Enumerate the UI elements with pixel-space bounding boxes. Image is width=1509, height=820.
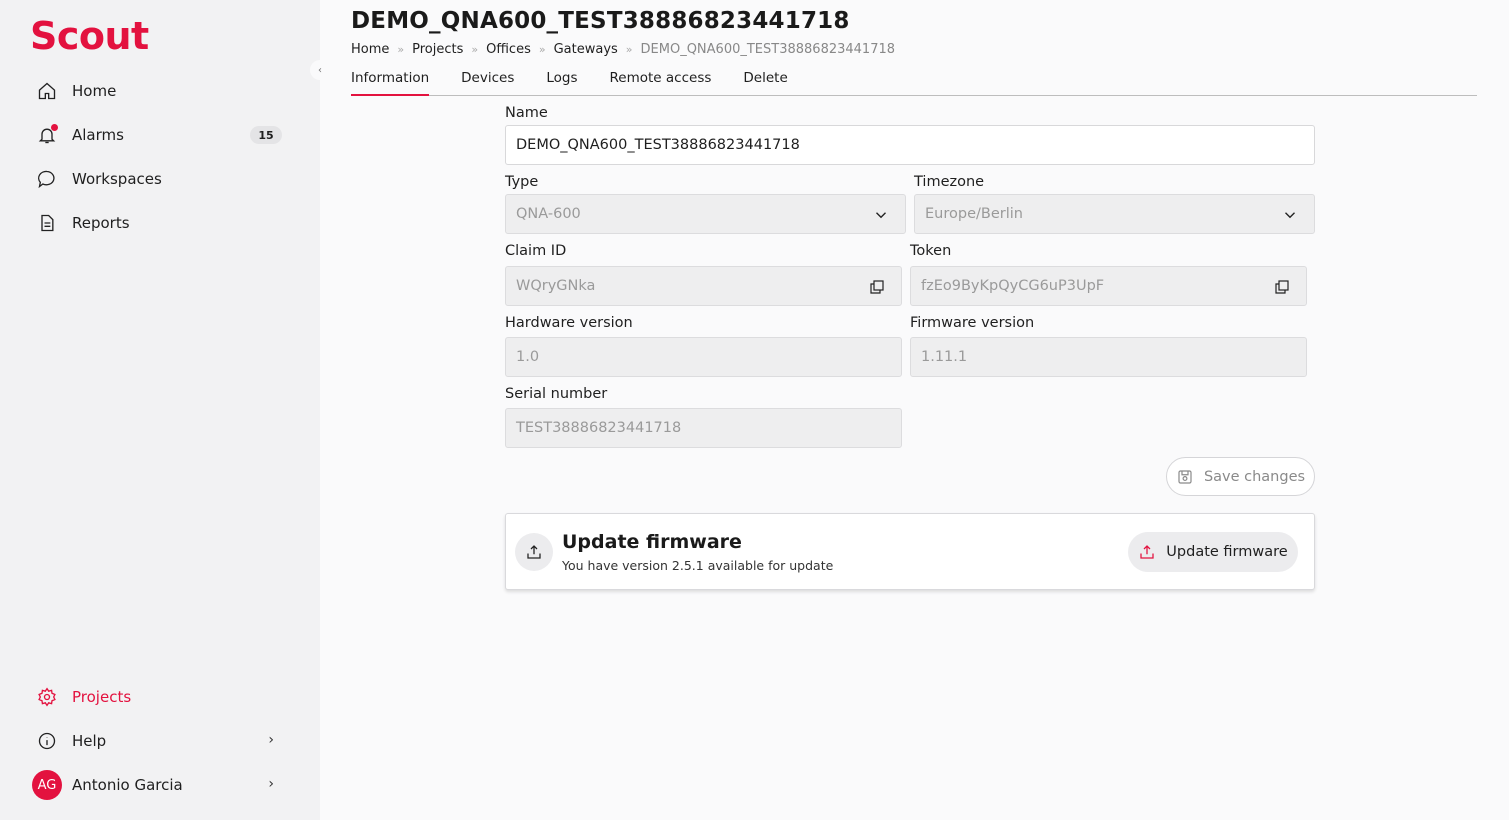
sidebar: Scout Home Alarms 15 Workspaces Reports … xyxy=(0,0,320,820)
name-input[interactable]: DEMO_QNA600_TEST38886823441718 xyxy=(505,125,1315,165)
sidebar-item-label: Home xyxy=(72,82,117,100)
copy-icon[interactable] xyxy=(1272,277,1292,297)
save-changes-label: Save changes xyxy=(1203,468,1306,485)
timezone-select[interactable]: Europe/Berlin xyxy=(914,194,1315,234)
breadcrumb-current: DEMO_QNA600_TEST38886823441718 xyxy=(640,42,896,57)
tab-logs[interactable]: Logs xyxy=(546,70,577,95)
firmware-version-value: 1.11.1 xyxy=(921,349,968,365)
avatar: AG xyxy=(32,770,62,800)
sidebar-item-label: Workspaces xyxy=(72,170,162,188)
update-firmware-card: Update firmware You have version 2.5.1 a… xyxy=(505,513,1315,590)
breadcrumb-offices[interactable]: Offices xyxy=(486,42,531,57)
sidebar-item-home[interactable]: Home xyxy=(36,76,286,106)
claim-id-input: WQryGNka xyxy=(505,266,902,306)
update-firmware-subtitle: You have version 2.5.1 available for upd… xyxy=(562,558,834,573)
breadcrumb-separator: » xyxy=(471,43,479,56)
breadcrumb-projects[interactable]: Projects xyxy=(412,42,463,57)
copy-icon[interactable] xyxy=(867,277,887,297)
hardware-version-input: 1.0 xyxy=(505,337,902,377)
breadcrumb-separator: » xyxy=(625,43,633,56)
sidebar-item-label: Reports xyxy=(72,214,130,232)
tab-delete[interactable]: Delete xyxy=(743,70,787,95)
sidebar-collapse-button[interactable]: ‹ xyxy=(310,60,330,80)
tab-remote-access[interactable]: Remote access xyxy=(610,70,712,95)
timezone-value: Europe/Berlin xyxy=(925,206,1023,222)
claim-id-label: Claim ID xyxy=(505,243,567,259)
type-label: Type xyxy=(505,174,539,190)
upload-icon xyxy=(515,533,553,571)
sidebar-item-label: Alarms xyxy=(72,126,124,144)
type-select[interactable]: QNA-600 xyxy=(505,194,906,234)
token-label: Token xyxy=(910,243,952,259)
claim-id-value: WQryGNka xyxy=(516,278,596,294)
serial-number-value: TEST38886823441718 xyxy=(516,420,682,436)
sidebar-item-projects[interactable]: Projects xyxy=(36,682,286,712)
breadcrumb: Home » Projects » Offices » Gateways » D… xyxy=(351,42,895,57)
sidebar-item-reports[interactable]: Reports xyxy=(36,208,286,238)
firmware-version-label: Firmware version xyxy=(910,315,1035,331)
update-firmware-button[interactable]: Update firmware xyxy=(1128,532,1298,572)
tab-devices[interactable]: Devices xyxy=(461,70,514,95)
update-firmware-button-label: Update firmware xyxy=(1166,544,1288,560)
breadcrumb-home[interactable]: Home xyxy=(351,42,389,57)
sidebar-item-workspaces[interactable]: Workspaces xyxy=(36,164,286,194)
chat-icon xyxy=(36,168,58,190)
chevron-down-icon xyxy=(871,205,891,225)
alarm-count-badge: 15 xyxy=(250,126,282,144)
sidebar-item-help[interactable]: Help › xyxy=(36,726,286,756)
timezone-label: Timezone xyxy=(914,174,985,190)
sidebar-item-label: Projects xyxy=(72,688,132,706)
breadcrumb-separator: » xyxy=(538,43,546,56)
save-icon xyxy=(1178,469,1192,484)
chevron-down-icon xyxy=(1280,205,1300,225)
token-value: fzEo9ByKpQyCG6uP3UpF xyxy=(921,278,1105,294)
name-value: DEMO_QNA600_TEST38886823441718 xyxy=(516,137,800,153)
app-logo: Scout xyxy=(30,14,149,58)
chevron-right-icon: › xyxy=(268,776,274,792)
token-input: fzEo9ByKpQyCG6uP3UpF xyxy=(910,266,1307,306)
sidebar-item-alarms[interactable]: Alarms 15 xyxy=(36,120,286,150)
serial-number-label: Serial number xyxy=(505,386,608,402)
user-name: Antonio Garcia xyxy=(72,776,183,794)
hardware-version-value: 1.0 xyxy=(516,349,540,365)
info-icon xyxy=(36,730,58,752)
page-title: DEMO_QNA600_TEST38886823441718 xyxy=(351,8,850,34)
gear-icon xyxy=(36,686,58,708)
tab-bar: Information Devices Logs Remote access D… xyxy=(351,70,1477,96)
sidebar-item-user[interactable]: AG Antonio Garcia › xyxy=(32,770,286,800)
sidebar-item-label: Help xyxy=(72,732,107,750)
name-label: Name xyxy=(505,105,548,121)
firmware-version-input: 1.11.1 xyxy=(910,337,1307,377)
home-icon xyxy=(36,80,58,102)
tab-information[interactable]: Information xyxy=(351,70,430,96)
update-firmware-title: Update firmware xyxy=(562,531,742,553)
document-icon xyxy=(36,212,58,234)
breadcrumb-separator: » xyxy=(397,43,405,56)
upload-icon xyxy=(1140,545,1154,559)
serial-number-input: TEST38886823441718 xyxy=(505,408,902,448)
alarm-indicator-dot xyxy=(51,124,58,131)
hardware-version-label: Hardware version xyxy=(505,315,633,331)
save-changes-button[interactable]: Save changes xyxy=(1166,457,1315,496)
breadcrumb-gateways[interactable]: Gateways xyxy=(554,42,618,57)
chevron-right-icon: › xyxy=(268,732,274,748)
bell-icon xyxy=(36,124,58,146)
type-value: QNA-600 xyxy=(516,206,581,222)
